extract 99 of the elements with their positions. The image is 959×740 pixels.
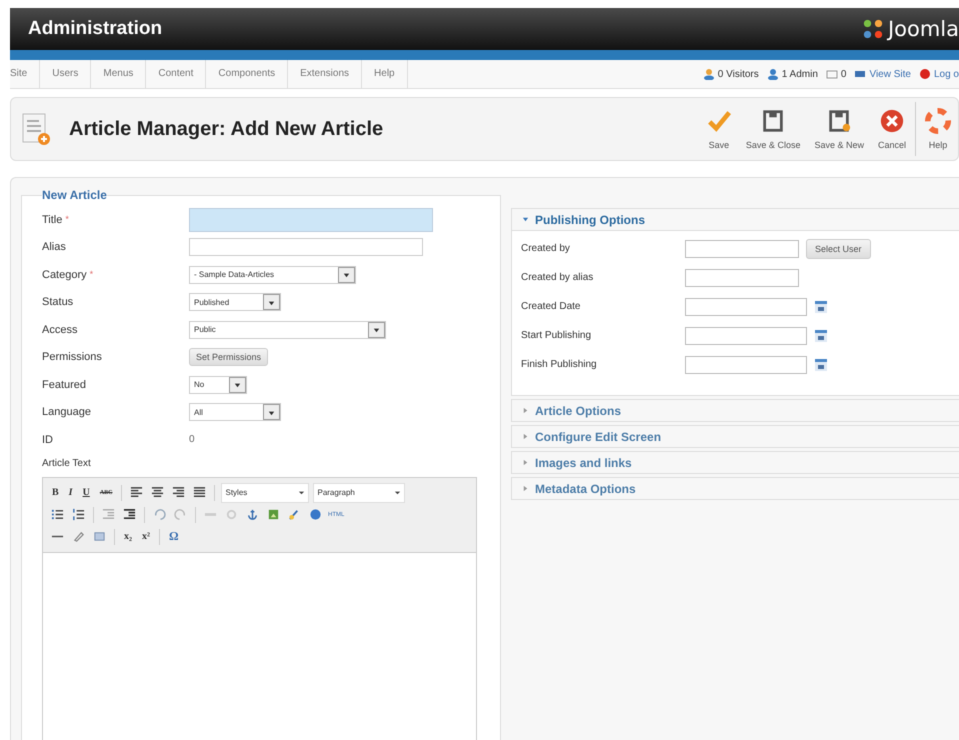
menu-item[interactable]: Users (40, 60, 92, 88)
close-icon (878, 108, 905, 134)
field-label: Created by (521, 243, 571, 254)
status-link[interactable]: View Site (869, 68, 911, 80)
caret-icon (522, 485, 529, 492)
italic-button[interactable]: I (66, 487, 76, 498)
page-title: Article Manager: Add New Article (69, 118, 384, 140)
align-icon[interactable] (172, 486, 186, 499)
outdent-icon[interactable] (102, 508, 115, 521)
caret-icon (522, 407, 529, 414)
status-link[interactable]: 1 Admin (782, 68, 818, 80)
globe-icon[interactable] (309, 508, 322, 521)
superscript-button[interactable]: x² (139, 531, 153, 542)
toolbar-button[interactable]: Cancel (870, 108, 913, 150)
dropdown[interactable]: - Sample Data-Articles (189, 266, 356, 284)
field-label: Finish Publishing (521, 359, 598, 370)
toolbar-button[interactable]: Save & New (807, 108, 871, 150)
field-label: Created by alias (521, 272, 594, 283)
caret-icon (522, 216, 529, 223)
brush-icon[interactable] (288, 508, 301, 521)
panel-header[interactable]: Configure Edit Screen (512, 426, 959, 447)
permissions-button[interactable]: Set Permissions (189, 348, 268, 366)
menu-item[interactable]: Menus (91, 60, 146, 88)
select-user-button[interactable]: Select User (806, 238, 871, 258)
calendar-icon[interactable] (814, 300, 828, 314)
field-label: Permissions (42, 351, 103, 364)
indent-icon[interactable] (123, 508, 136, 521)
align-icon[interactable] (151, 486, 164, 499)
toolbar-button[interactable]: Save & Close (738, 108, 808, 150)
redo-icon[interactable] (174, 508, 187, 521)
caret-icon (522, 459, 529, 466)
toolbar-button[interactable]: Help (918, 108, 958, 150)
mail-icon (826, 68, 838, 80)
dropdown[interactable]: No (189, 376, 247, 394)
anchor-icon[interactable] (246, 508, 259, 521)
logo-text: Joomla (888, 17, 959, 41)
text-field[interactable] (189, 208, 433, 232)
field-label: Access (42, 324, 78, 336)
monitor-icon (854, 68, 866, 80)
eraser-icon[interactable] (72, 530, 85, 543)
id-value: 0 (189, 434, 195, 446)
admin-title: Administration (28, 18, 162, 40)
fieldset-legend: New Article (42, 188, 107, 202)
numbered-list-icon[interactable] (72, 508, 85, 521)
menu-item[interactable]: Content (146, 60, 206, 88)
field-label: Start Publishing (521, 330, 592, 341)
dropdown[interactable]: Published (189, 293, 281, 312)
subscript-button[interactable]: x₂ (121, 531, 135, 542)
users-icon (702, 68, 715, 80)
panel-header[interactable]: Article Options (512, 400, 959, 421)
text-field[interactable] (685, 268, 799, 286)
menu-item[interactable]: Components (206, 60, 288, 88)
menu-item[interactable]: Extensions (288, 60, 362, 88)
caret-icon (522, 433, 529, 440)
bullet-list-icon[interactable] (51, 508, 64, 521)
calendar-icon[interactable] (814, 358, 828, 372)
text-field[interactable] (685, 298, 807, 316)
styles-dropdown[interactable]: Styles (221, 482, 310, 502)
special-character-button[interactable]: Ω (166, 529, 182, 544)
bold-button[interactable]: B (49, 487, 62, 498)
text-field[interactable] (685, 356, 807, 374)
panel-header[interactable]: Publishing Options (512, 209, 959, 231)
logout-icon (918, 68, 931, 80)
text-field[interactable] (685, 326, 807, 344)
dropdown[interactable]: All (189, 403, 281, 422)
image-icon[interactable] (267, 508, 280, 521)
user-icon (766, 68, 779, 80)
document-add-icon (21, 112, 51, 146)
toolbar-button[interactable]: Save (698, 108, 739, 150)
menu-item[interactable]: Help (362, 60, 408, 88)
underline-button[interactable]: U (80, 487, 93, 498)
lifebuoy-icon (925, 108, 951, 134)
panel-header[interactable]: Metadata Options (512, 478, 959, 499)
field-label: ID (42, 434, 54, 446)
text-field[interactable] (685, 240, 799, 258)
undo-icon[interactable] (153, 508, 166, 521)
field-label: Status (42, 296, 74, 308)
field-label: Created Date (521, 301, 582, 312)
align-icon[interactable] (130, 486, 144, 499)
text-field[interactable] (189, 238, 423, 256)
caret-icon (394, 489, 402, 496)
table-icon[interactable] (93, 530, 106, 543)
field-label: Category * (42, 268, 94, 281)
field-label: Language (42, 406, 92, 418)
status-link[interactable]: Log o (934, 68, 959, 80)
field-label: Title * (42, 214, 70, 226)
caret-icon (298, 489, 306, 496)
calendar-icon[interactable] (814, 328, 828, 342)
field-label: Article Text (42, 458, 92, 468)
field-label: Featured (42, 378, 88, 391)
align-icon[interactable] (193, 486, 206, 499)
format-dropdown[interactable]: Paragraph (313, 482, 406, 502)
menu-item[interactable]: Site (10, 60, 40, 88)
status-link[interactable]: 0 Visitors (718, 68, 759, 80)
logo-icon (862, 18, 884, 40)
panel-header[interactable]: Images and links (512, 452, 959, 473)
status-link[interactable]: 0 (840, 68, 846, 80)
field-label: Alias (42, 241, 67, 254)
dropdown[interactable]: Public (189, 320, 386, 339)
